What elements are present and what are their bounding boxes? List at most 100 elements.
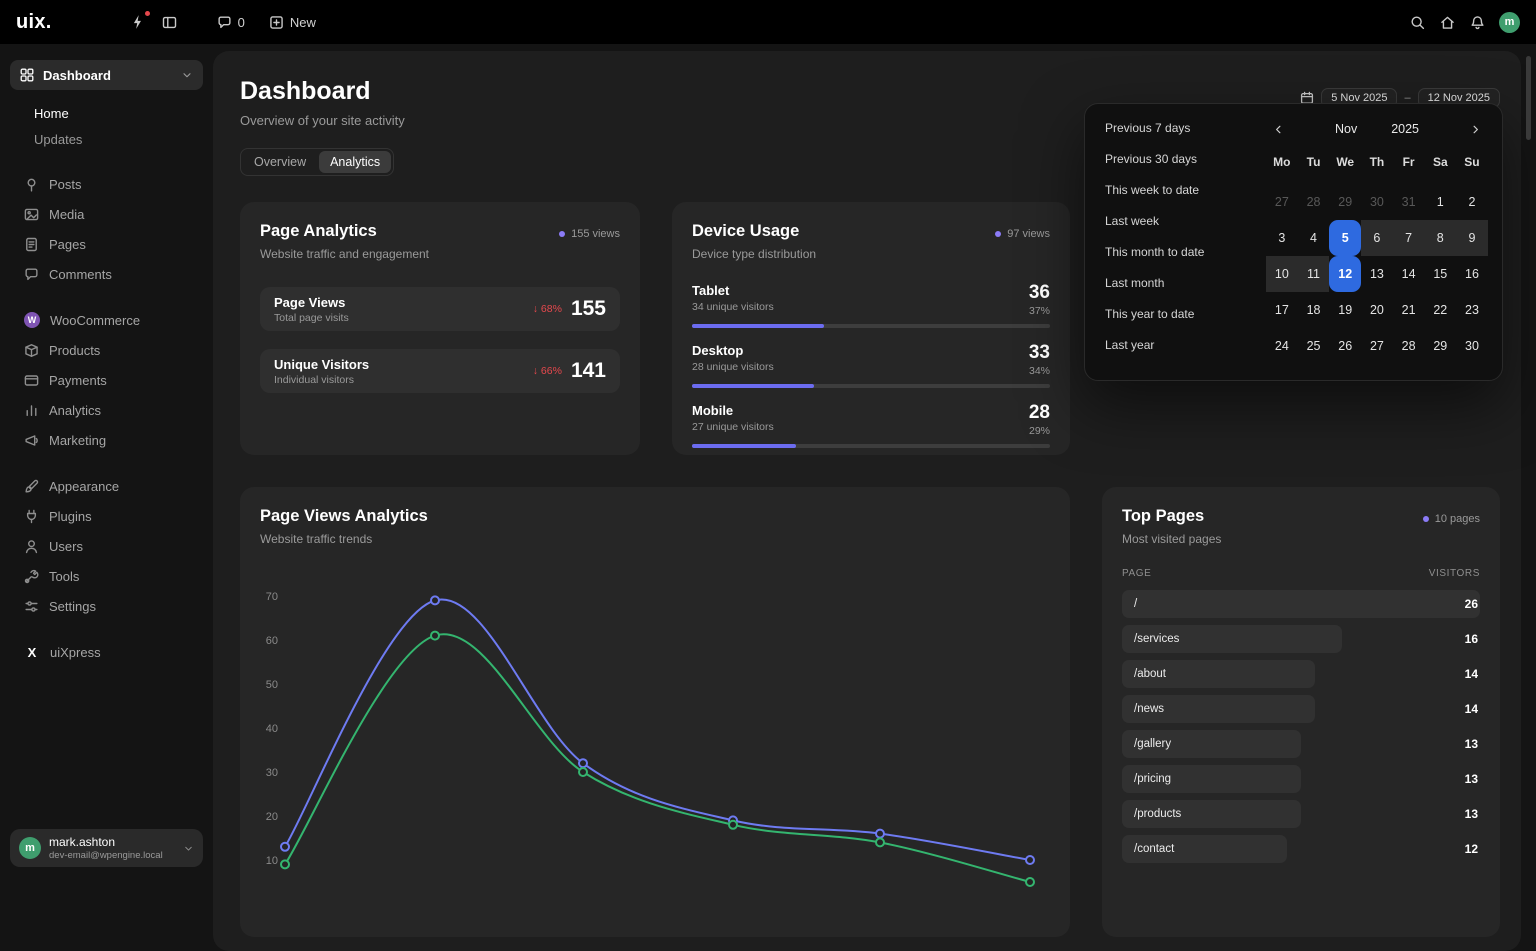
preset-previous-30-days[interactable]: Previous 30 days <box>1093 143 1258 174</box>
sidebar-item-users[interactable]: Users <box>10 531 203 561</box>
preset-last-week[interactable]: Last week <box>1093 205 1258 236</box>
list-item[interactable]: /news14 <box>1122 695 1480 723</box>
list-item[interactable]: /services16 <box>1122 625 1480 653</box>
sidebar-item-posts[interactable]: Posts <box>10 169 203 199</box>
sidebar-item-label: Appearance <box>49 479 119 494</box>
avatar[interactable]: m <box>1499 12 1520 33</box>
calendar-day[interactable]: 19 <box>1329 292 1361 328</box>
calendar-day[interactable]: 5 <box>1329 220 1361 256</box>
sidebar-item-tools[interactable]: Tools <box>10 561 203 591</box>
calendar-day[interactable]: 30 <box>1456 328 1488 364</box>
year-select[interactable]: 2025 <box>1391 122 1419 136</box>
calendar-day[interactable]: 23 <box>1456 292 1488 328</box>
calendar-day[interactable]: 7 <box>1393 220 1425 256</box>
pin-icon <box>24 177 39 192</box>
dashboard-switcher[interactable]: Dashboard <box>10 60 203 90</box>
calendar-day[interactable]: 28 <box>1298 184 1330 220</box>
preset-this-week-to-date[interactable]: This week to date <box>1093 174 1258 205</box>
calendar-day[interactable]: 27 <box>1266 184 1298 220</box>
sidebar-item-label: Marketing <box>49 433 106 448</box>
sidebar-item-pages[interactable]: Pages <box>10 229 203 259</box>
calendar-day[interactable]: 15 <box>1424 256 1456 292</box>
metric-row-unique-visitors: Unique VisitorsIndividual visitors↓ 66%1… <box>260 349 620 393</box>
next-month-button[interactable] <box>1464 117 1488 141</box>
calendar-day[interactable]: 12 <box>1329 256 1361 292</box>
sidebar-item-payments[interactable]: Payments <box>10 365 203 395</box>
new-shortcut[interactable]: New <box>269 15 316 30</box>
tab-analytics[interactable]: Analytics <box>319 151 391 173</box>
scrollbar-thumb[interactable] <box>1526 56 1531 140</box>
calendar-day[interactable]: 8 <box>1424 220 1456 256</box>
list-item[interactable]: /products13 <box>1122 800 1480 828</box>
sidebar-item-media[interactable]: Media <box>10 199 203 229</box>
sidebar-item-appearance[interactable]: Appearance <box>10 471 203 501</box>
visitors-count: 26 <box>1465 590 1478 618</box>
day-header-tu: Tu <box>1298 148 1330 176</box>
sidebar-item-marketing[interactable]: Marketing <box>10 425 203 455</box>
sidebar-item-updates[interactable]: Updates <box>34 132 203 147</box>
calendar-day[interactable]: 30 <box>1361 184 1393 220</box>
badge-dot-icon <box>1423 516 1429 522</box>
list-item[interactable]: /gallery13 <box>1122 730 1480 758</box>
calendar-day[interactable]: 31 <box>1393 184 1425 220</box>
calendar-day[interactable]: 26 <box>1329 328 1361 364</box>
home-icon[interactable] <box>1440 15 1455 30</box>
search-icon[interactable] <box>1410 15 1425 30</box>
page-path: /products <box>1122 800 1181 828</box>
bell-icon[interactable] <box>1470 15 1485 30</box>
sidebar-item-comments[interactable]: Comments <box>10 259 203 289</box>
user-menu[interactable]: m mark.ashton dev-email@wpengine.local <box>10 829 203 867</box>
box-icon <box>24 343 39 358</box>
metric-value: 155 <box>571 297 606 321</box>
calendar-day[interactable]: 29 <box>1329 184 1361 220</box>
tab-overview[interactable]: Overview <box>243 151 317 173</box>
calendar-day[interactable]: 3 <box>1266 220 1298 256</box>
prev-month-button[interactable] <box>1266 117 1290 141</box>
calendar-day[interactable]: 6 <box>1361 220 1393 256</box>
sidebar-item-analytics[interactable]: Analytics <box>10 395 203 425</box>
panel-toggle-icon[interactable] <box>162 15 177 30</box>
bolt-icon[interactable] <box>130 14 146 30</box>
calendar-day[interactable]: 27 <box>1361 328 1393 364</box>
calendar-day[interactable]: 16 <box>1456 256 1488 292</box>
calendar-day[interactable]: 29 <box>1424 328 1456 364</box>
month-select[interactable]: Nov <box>1335 122 1357 136</box>
calendar-day[interactable]: 22 <box>1424 292 1456 328</box>
calendar-day[interactable]: 9 <box>1456 220 1488 256</box>
calendar-day[interactable]: 10 <box>1266 256 1298 292</box>
list-item[interactable]: /pricing13 <box>1122 765 1480 793</box>
calendar-day[interactable]: 25 <box>1298 328 1330 364</box>
calendar-day[interactable]: 4 <box>1298 220 1330 256</box>
sidebar-item-plugins[interactable]: Plugins <box>10 501 203 531</box>
list-item[interactable]: /about14 <box>1122 660 1480 688</box>
comments-shortcut[interactable]: 0 <box>217 15 245 30</box>
calendar-day[interactable]: 14 <box>1393 256 1425 292</box>
list-item[interactable]: /26 <box>1122 590 1480 618</box>
sidebar-item-woocommerce[interactable]: WWooCommerce <box>10 305 203 335</box>
preset-this-month-to-date[interactable]: This month to date <box>1093 236 1258 267</box>
user-name: mark.ashton <box>49 835 175 850</box>
calendar-day[interactable]: 20 <box>1361 292 1393 328</box>
preset-previous-7-days[interactable]: Previous 7 days <box>1093 112 1258 143</box>
calendar-day[interactable]: 21 <box>1393 292 1425 328</box>
calendar-day[interactable]: 24 <box>1266 328 1298 364</box>
calendar-day[interactable]: 1 <box>1424 184 1456 220</box>
sidebar-item-settings[interactable]: Settings <box>10 591 203 621</box>
list-item[interactable]: /contact12 <box>1122 835 1480 863</box>
sidebar-item-products[interactable]: Products <box>10 335 203 365</box>
calendar-day[interactable]: 13 <box>1361 256 1393 292</box>
logo[interactable]: uix. <box>16 11 52 34</box>
calendar-day[interactable]: 11 <box>1298 256 1330 292</box>
preset-this-year-to-date[interactable]: This year to date <box>1093 298 1258 329</box>
calendar-day[interactable]: 17 <box>1266 292 1298 328</box>
calendar-day[interactable]: 2 <box>1456 184 1488 220</box>
day-header-th: Th <box>1361 148 1393 176</box>
calendar-day[interactable]: 18 <box>1298 292 1330 328</box>
calendar-day[interactable]: 28 <box>1393 328 1425 364</box>
sidebar-item-uixpress[interactable]: XuiXpress <box>10 637 203 667</box>
line-chart-svg: 70605040302010 <box>250 583 1050 893</box>
sidebar-item-home[interactable]: Home <box>34 106 203 121</box>
tabs: OverviewAnalytics <box>240 148 394 176</box>
preset-last-year[interactable]: Last year <box>1093 329 1258 360</box>
preset-last-month[interactable]: Last month <box>1093 267 1258 298</box>
